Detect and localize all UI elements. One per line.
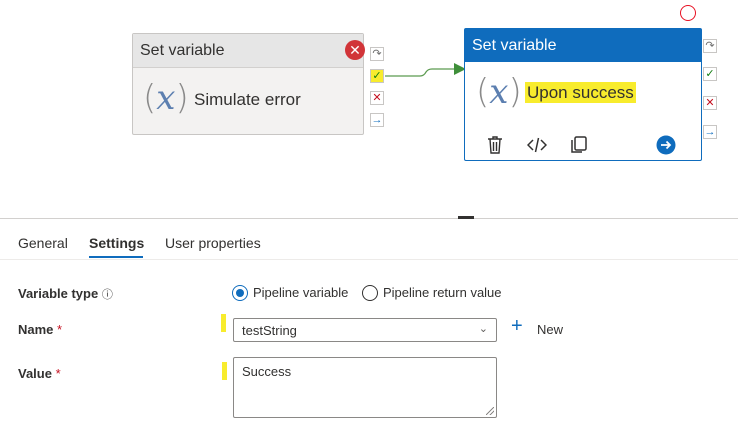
activity-name: Upon success	[525, 82, 636, 103]
success-port-icon[interactable]: ✓	[370, 69, 384, 83]
name-dropdown-value: testString	[242, 323, 297, 338]
copy-icon[interactable]	[569, 135, 589, 155]
value-textarea[interactable]: Success	[233, 357, 497, 418]
navigate-arrow-icon[interactable]	[656, 135, 676, 155]
highlight-marker	[221, 314, 226, 332]
success-connector[interactable]	[384, 60, 468, 82]
pipeline-canvas[interactable]: Set variable (x) Simulate error ✕ ↷ ✓ ✕ …	[0, 0, 738, 218]
value-label: Value *	[18, 366, 61, 381]
skip-port-icon[interactable]: ↷	[703, 39, 717, 53]
radio-pipeline-return-value[interactable]	[362, 285, 378, 301]
plus-icon: +	[511, 315, 523, 337]
chevron-down-icon: ⌄	[478, 323, 488, 335]
activity-name: Simulate error	[194, 90, 301, 109]
tabs-divider	[0, 259, 738, 260]
radio-label-pipeline-variable: Pipeline variable	[253, 285, 349, 300]
annotation-circle	[680, 5, 696, 21]
tab-general[interactable]: General	[18, 235, 68, 251]
activity-title: Set variable	[133, 34, 363, 68]
radio-label-pipeline-return-value: Pipeline return value	[383, 285, 502, 300]
success-port-icon[interactable]: ✓	[703, 67, 717, 81]
value-text: Success	[242, 364, 292, 379]
skip-port-icon[interactable]: ↷	[370, 47, 384, 61]
resize-handle[interactable]	[458, 216, 474, 219]
new-button-label: New	[537, 322, 564, 337]
resize-grip-icon[interactable]	[486, 407, 494, 415]
variable-icon: (x)	[476, 72, 522, 112]
highlight-marker	[222, 362, 227, 380]
variable-icon: (x)	[143, 78, 189, 118]
tab-settings[interactable]: Settings	[89, 235, 144, 251]
name-dropdown[interactable]: testString ⌄	[233, 318, 497, 342]
completion-port-icon[interactable]: →	[703, 125, 717, 139]
name-label: Name *	[18, 322, 63, 337]
delete-icon[interactable]	[485, 135, 505, 155]
activity-title: Set variable	[465, 29, 701, 62]
completion-port-icon[interactable]: →	[370, 113, 384, 127]
failure-port-icon[interactable]: ✕	[703, 96, 717, 110]
variable-type-label: Variable type ⓘ	[18, 286, 113, 301]
info-icon[interactable]: ⓘ	[102, 289, 113, 301]
panel-divider	[0, 218, 738, 219]
tab-user-properties[interactable]: User properties	[165, 235, 261, 251]
failure-port-icon[interactable]: ✕	[370, 91, 384, 105]
code-icon[interactable]	[527, 135, 547, 155]
active-tab-indicator	[89, 256, 143, 258]
radio-pipeline-variable[interactable]	[232, 285, 248, 301]
error-status-icon: ✕	[345, 40, 365, 60]
